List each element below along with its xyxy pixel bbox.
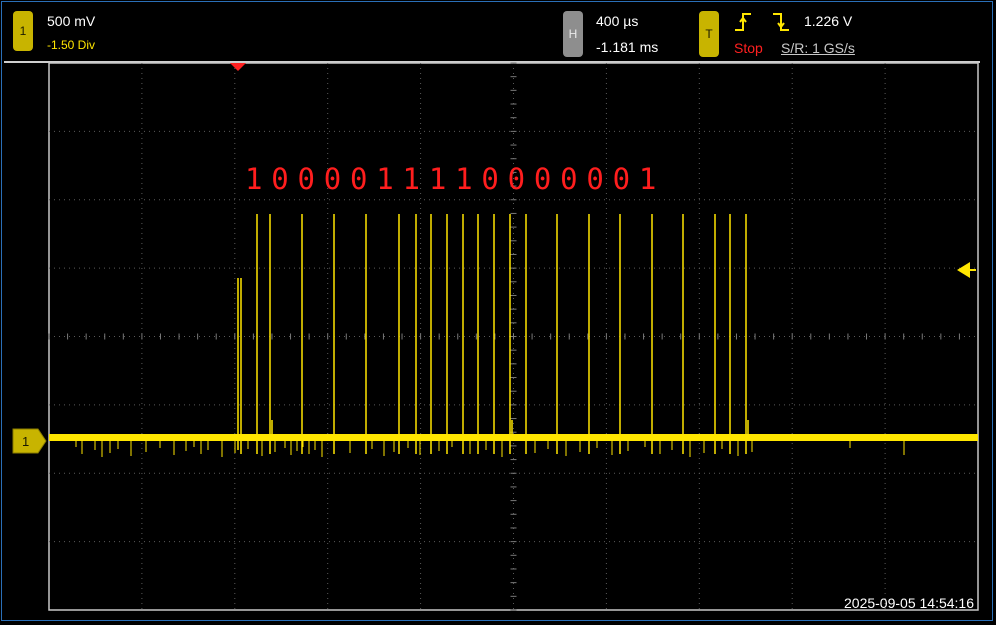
graticule [48,62,979,611]
trigger-position-marker[interactable] [230,63,246,71]
timestamp: 2025-09-05 14:54:16 [844,595,974,611]
channel1-ground-marker[interactable]: 1 [12,428,48,454]
channel1-ground-label: 1 [22,434,29,449]
oscilloscope-screen: 1 500 mV -1.50 Div H 400 µs -1.181 ms T … [0,0,996,625]
bit-annotation: 1000011110000001 [245,162,666,196]
waveform-display[interactable] [0,0,996,625]
